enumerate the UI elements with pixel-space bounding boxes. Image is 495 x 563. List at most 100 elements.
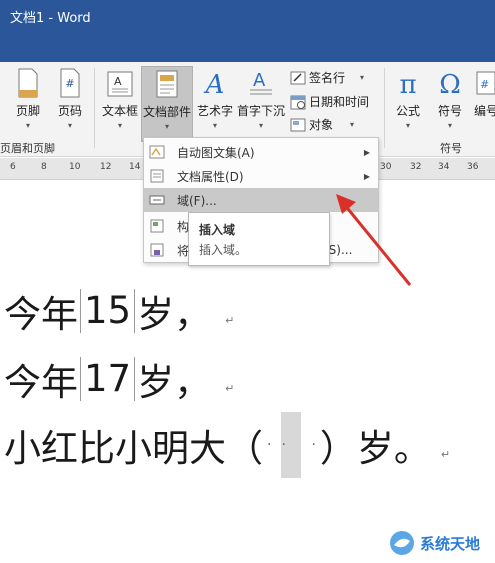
- building-blocks-icon: [150, 219, 164, 233]
- quick-parts-icon: [156, 70, 178, 98]
- textbox-icon: A: [107, 71, 133, 97]
- chevron-down-icon: ▾: [405, 121, 410, 130]
- chevron-down-icon: ▾: [25, 121, 30, 130]
- menu-item-label: 文档属性(D): [177, 169, 244, 184]
- watermark-logo-icon: [390, 531, 414, 555]
- paragraph-mark: ↵: [225, 381, 235, 395]
- window-title: 文档1 - Word: [10, 11, 91, 26]
- ruler-tick: 36: [467, 162, 479, 172]
- svg-text:π: π: [399, 70, 416, 98]
- quick-parts-button[interactable]: 文档部件 ▾: [141, 66, 193, 142]
- svg-text:Ω: Ω: [439, 70, 461, 98]
- field-icon: [149, 195, 165, 205]
- object-label: 对象: [309, 118, 334, 132]
- ruler-tick: 6: [10, 162, 16, 172]
- equation-button[interactable]: π 公式 ▾: [390, 68, 426, 130]
- text-run: 岁，: [137, 293, 212, 336]
- document-line[interactable]: 今年 17 岁， ↵: [4, 352, 234, 406]
- footer-button[interactable]: 页脚 ▾: [12, 68, 44, 130]
- page-number-button[interactable]: # 页码 ▾: [54, 68, 86, 130]
- menu-item-label: 自动图文集(A): [177, 145, 255, 160]
- object-icon: [290, 118, 306, 131]
- annotation-arrow-icon: [336, 194, 412, 286]
- group-divider: [384, 68, 385, 148]
- svg-text:A: A: [253, 70, 266, 91]
- paragraph-mark: ↵: [440, 447, 451, 461]
- text-run: 今年: [4, 293, 78, 336]
- menu-item-document-property[interactable]: 文档属性(D) ▶: [144, 164, 378, 188]
- omega-icon: Ω: [439, 70, 461, 98]
- numbering-label: 编号: [474, 104, 495, 118]
- watermark-text: 系统天地: [420, 534, 481, 553]
- date-time-label: 日期和时间: [309, 95, 370, 109]
- wordart-label: 艺术字: [196, 104, 233, 118]
- space-mark: ·: [281, 437, 286, 453]
- paragraph-mark: ↵: [225, 313, 235, 327]
- svg-text:#: #: [480, 78, 489, 91]
- svg-text:#: #: [65, 77, 74, 90]
- textbox-button[interactable]: A 文本框 ▾: [100, 68, 140, 130]
- dropcap-button[interactable]: A 首字下沉 ▾: [236, 68, 286, 130]
- wordart-icon: A: [204, 70, 225, 98]
- tooltip-title: 插入域: [199, 223, 236, 237]
- ruler-tick: 10: [69, 162, 81, 172]
- numbering-button[interactable]: # 编号: [474, 68, 495, 119]
- field-tooltip: 插入域 插入域。: [188, 212, 330, 266]
- watermark: 系统天地: [388, 528, 495, 558]
- field-result[interactable]: 17: [80, 357, 136, 401]
- space-mark: ·: [311, 437, 316, 453]
- ruler-tick: 32: [410, 162, 422, 172]
- wordart-button[interactable]: A 艺术字 ▾: [196, 68, 234, 130]
- date-time-button[interactable]: 日期和时间: [290, 93, 369, 110]
- text-run: 小红比小明大（: [4, 427, 263, 470]
- tooltip-description: 插入域。: [199, 243, 248, 257]
- equation-label: 公式: [395, 104, 420, 118]
- chevron-down-icon: ▾: [447, 121, 452, 130]
- svg-text:A: A: [114, 75, 122, 88]
- document-line[interactable]: 小红比小明大（ · · · ）岁。 ↵: [4, 412, 450, 478]
- group-divider: [94, 68, 95, 148]
- submenu-arrow-icon: ▶: [363, 171, 370, 181]
- footer-icon: [18, 68, 38, 98]
- field-shading[interactable]: ·: [281, 412, 302, 478]
- menu-item-autotext[interactable]: 自动图文集(A) ▶: [144, 140, 378, 164]
- ruler-tick: 8: [41, 162, 47, 172]
- calendar-icon: [290, 95, 306, 109]
- object-button[interactable]: 对象 ▾: [290, 116, 354, 133]
- chevron-down-icon: ▾: [350, 120, 355, 129]
- dropcap-icon: A: [250, 70, 272, 95]
- field-result[interactable]: 15: [80, 289, 136, 333]
- ruler-tick: 34: [438, 162, 450, 172]
- symbol-label: 符号: [437, 104, 462, 118]
- text-run: 今年: [4, 361, 78, 404]
- chevron-down-icon: ▾: [67, 121, 72, 130]
- document-property-icon: [150, 169, 164, 183]
- document-line[interactable]: 今年 15 岁， ↵: [4, 284, 234, 338]
- symbol-button[interactable]: Ω 符号 ▾: [432, 68, 468, 130]
- page-number-label: 页码: [57, 104, 82, 118]
- text-run: ）岁。: [319, 427, 431, 470]
- textbox-label: 文本框: [101, 104, 138, 118]
- chevron-down-icon: ▾: [360, 73, 365, 82]
- ruler-tick: 14: [129, 162, 141, 172]
- numbering-icon: #: [476, 71, 495, 95]
- footer-label: 页脚: [15, 104, 40, 118]
- pi-icon: π: [399, 70, 416, 98]
- signature-line-label: 签名行: [309, 71, 346, 85]
- autotext-icon: [149, 145, 165, 159]
- ruler-tick: 30: [380, 162, 392, 172]
- dropcap-label: 首字下沉: [236, 104, 285, 118]
- save-selection-icon: [150, 243, 164, 257]
- signature-icon: [290, 71, 306, 84]
- ruler-tick: 12: [100, 162, 112, 172]
- text-run: 岁，: [137, 361, 212, 404]
- chevron-down-icon: ▾: [164, 122, 169, 131]
- group-label-header-footer: 页眉和页脚: [0, 142, 55, 155]
- space-mark: ·: [267, 437, 272, 453]
- submenu-arrow-icon: ▶: [363, 147, 370, 157]
- signature-line-button[interactable]: 签名行 ▾: [290, 69, 364, 86]
- chevron-down-icon: ▾: [258, 121, 263, 130]
- page-number-icon: #: [60, 68, 80, 98]
- chevron-down-icon: ▾: [212, 121, 217, 130]
- title-bar: 文档1 - Word: [0, 0, 495, 62]
